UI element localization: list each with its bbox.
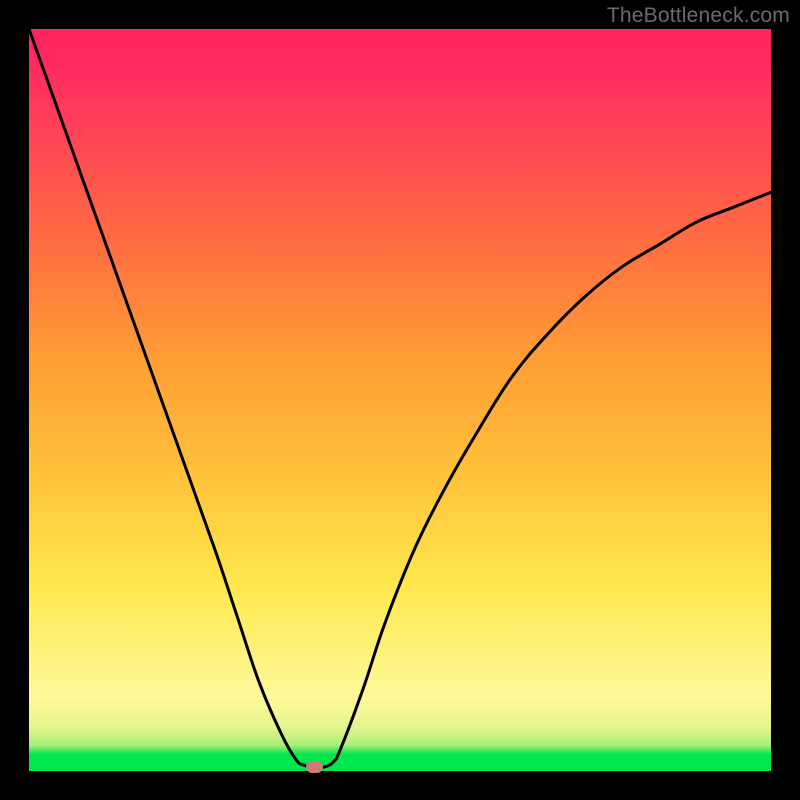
chart-frame: TheBottleneck.com (0, 0, 800, 800)
plot-area (29, 29, 771, 771)
bottleneck-curve-path (29, 29, 771, 768)
watermark-text: TheBottleneck.com (607, 4, 790, 28)
curve-svg (29, 29, 771, 771)
optimum-marker (306, 761, 323, 773)
